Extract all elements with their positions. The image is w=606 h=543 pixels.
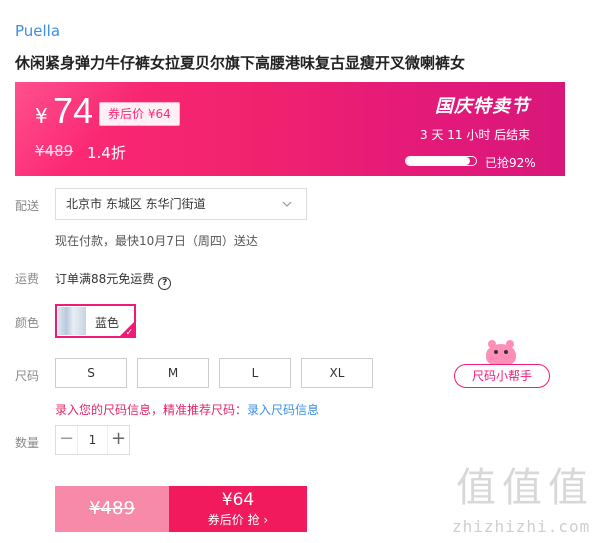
coupon-buy-label: 券后价 抢 › [207, 513, 269, 527]
freight-text: 订单满88元免运费 [55, 272, 155, 286]
color-option-label: 蓝色 [95, 316, 120, 330]
delivery-label: 配送 [15, 199, 40, 213]
quantity-stepper: − 1 + [55, 425, 130, 455]
checkmark-icon: ✓ [125, 328, 133, 338]
watermark-domain: zhizhizhi.com [452, 517, 591, 536]
discount-rate: 1.4折 [87, 144, 126, 162]
buy-coupon-button[interactable]: ¥64 券后价 抢 › [169, 486, 307, 532]
size-option-s[interactable]: S [55, 358, 127, 388]
minus-button[interactable]: − [56, 426, 78, 454]
price-currency: ¥ [35, 104, 48, 128]
mascot-ear [488, 340, 496, 348]
size-helper-button[interactable]: 尺码小帮手 [454, 364, 550, 388]
mascot-ear [506, 340, 514, 348]
size-hint: 录入您的尺码信息，精准推荐尺码：录入尺码信息 [55, 401, 319, 418]
address-select[interactable]: 北京市 东城区 东华门街道 [55, 188, 307, 220]
delivery-estimate: 现在付款，最快10月7日（周四）送达 [55, 234, 258, 248]
color-swatch-image [58, 307, 86, 335]
size-option-l[interactable]: L [219, 358, 291, 388]
watermark-logo: 值值值 [456, 465, 594, 511]
event-name: 国庆特卖节 [435, 96, 530, 117]
plus-button[interactable]: + [107, 426, 129, 454]
site-watermark: 值值值 zhizhizhi.com [450, 455, 606, 543]
freight-info: 订单满88元免运费? [55, 270, 172, 290]
quantity-label: 数量 [15, 436, 40, 450]
question-circle-icon[interactable]: ? [158, 277, 172, 290]
size-option-xl[interactable]: XL [301, 358, 373, 388]
promo-banner: ¥ 74 券后价 ¥64 ¥489 1.4折 国庆特卖节 3 天 11 小时 后… [15, 82, 565, 176]
enter-size-link[interactable]: 录入尺码信息 [247, 403, 319, 417]
sold-progress-fill [406, 157, 471, 165]
sold-progress-bar [405, 156, 477, 166]
freight-label: 运费 [15, 272, 40, 286]
buy-original-price-button[interactable]: ¥489 [55, 486, 169, 532]
countdown-timer: 3 天 11 小时 后结束 [420, 128, 531, 142]
size-helper[interactable]: 尺码小帮手 [454, 340, 550, 388]
color-option-blue[interactable]: 蓝色 ✓ [55, 304, 136, 338]
chevron-down-icon [282, 189, 292, 232]
sold-percent: 已抢92% [485, 156, 536, 170]
original-price: ¥489 [35, 142, 74, 160]
color-label: 颜色 [15, 316, 40, 330]
coupon-buy-price: ¥64 [221, 490, 255, 510]
current-price: 74 [53, 90, 94, 131]
size-label: 尺码 [15, 369, 40, 383]
size-option-m[interactable]: M [137, 358, 209, 388]
product-title: 休闲紧身弹力牛仔裤女拉夏贝尔旗下高腰港味复古显瘦开叉微喇裤女 [15, 54, 466, 72]
quantity-input[interactable]: 1 [78, 426, 107, 454]
brand-link[interactable]: Puella [15, 22, 60, 40]
size-hint-text: 录入您的尺码信息，精准推荐尺码： [55, 403, 248, 417]
coupon-price-tag: 券后价 ¥64 [99, 102, 180, 126]
address-value: 北京市 东城区 东华门街道 [66, 197, 206, 211]
mascot-icon [486, 340, 516, 366]
